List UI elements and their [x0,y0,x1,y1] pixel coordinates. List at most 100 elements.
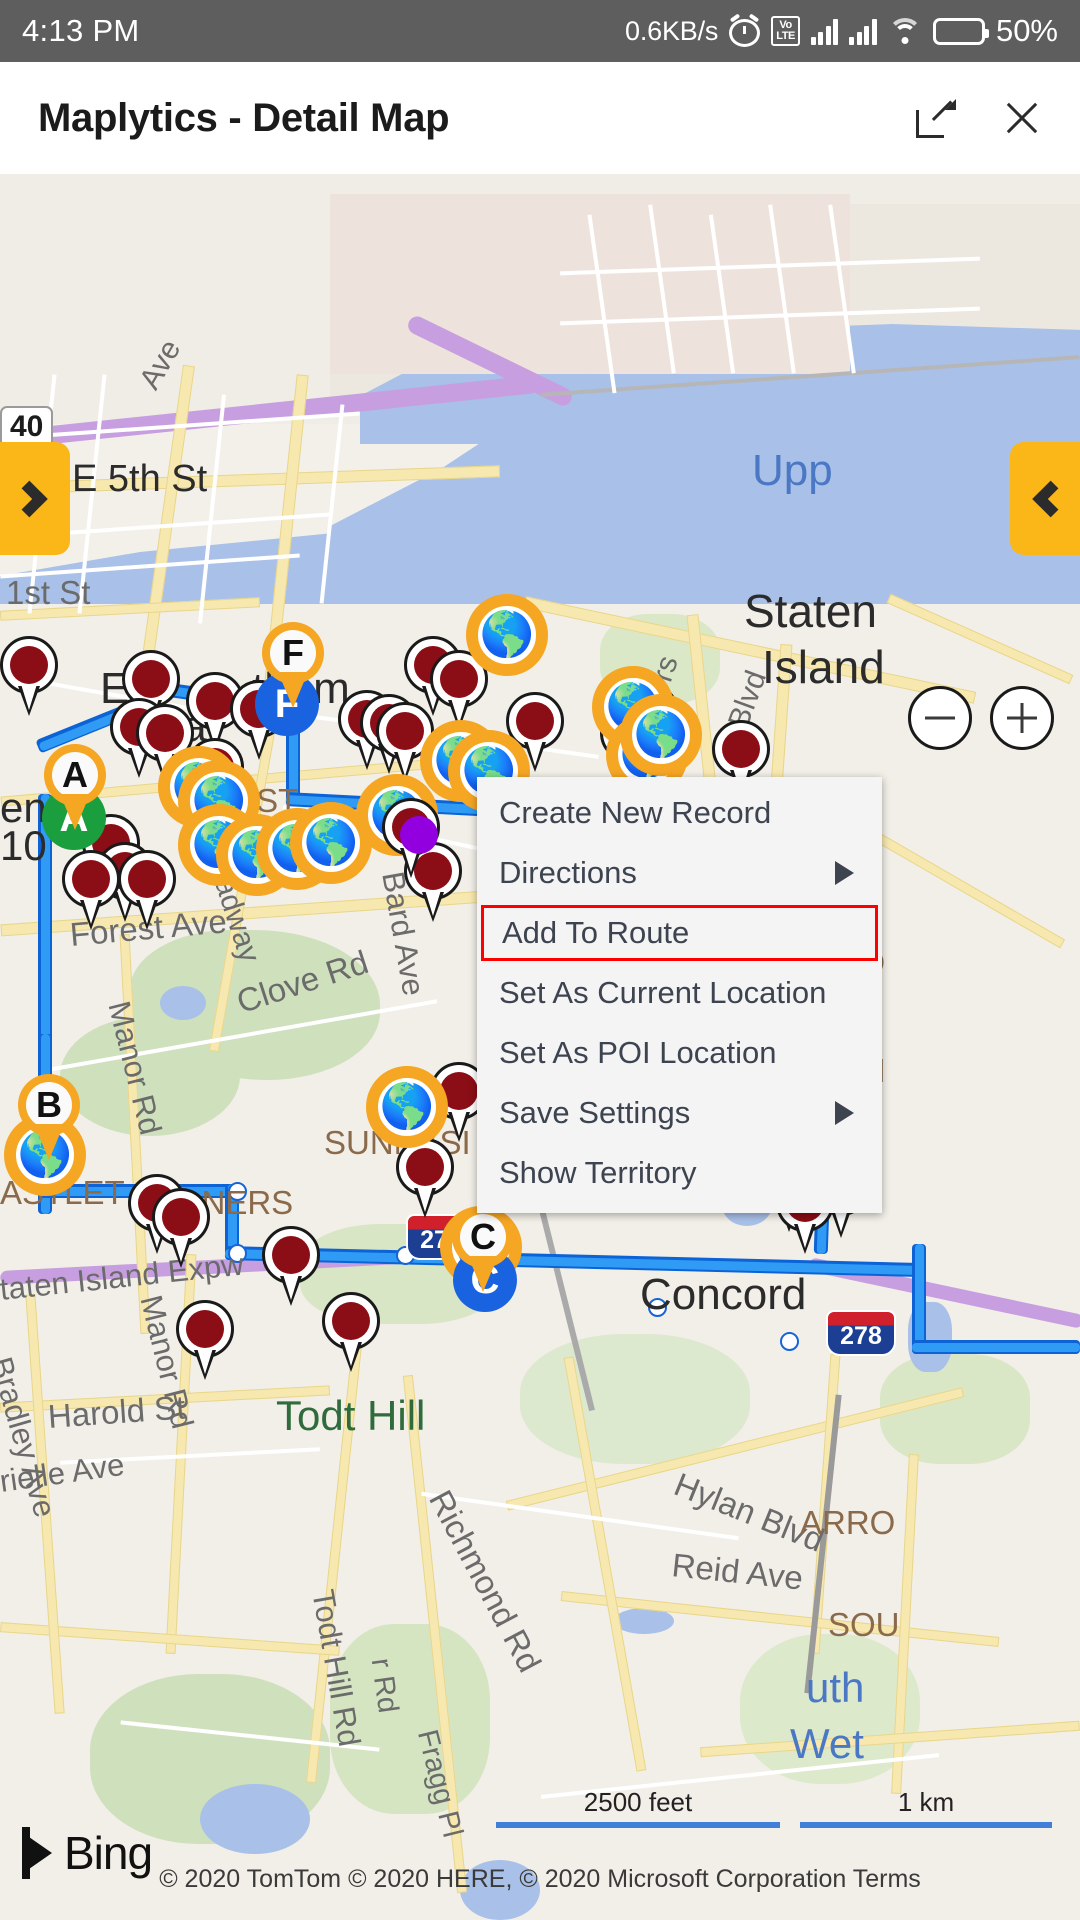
route-stop-tail [468,1256,498,1292]
map-pin[interactable] [322,1292,380,1372]
zoom-in-button[interactable] [990,686,1054,750]
route-stop-tail [34,1124,64,1160]
map-label: uth [806,1664,865,1711]
chevron-left-icon [1032,480,1070,517]
map-pin[interactable] [0,636,58,716]
globe-glyph: 🌎 [633,710,689,759]
popout-icon[interactable] [916,98,956,138]
globe-cluster-icon[interactable]: 🌎 [620,694,702,776]
route-stop-tail [278,672,308,708]
page-title: Maplytics - Detail Map [38,95,450,140]
attribution-text: © 2020 TomTom © 2020 HERE, © 2020 Micros… [159,1865,847,1893]
map-pin[interactable] [262,1226,320,1306]
pin-tail [248,728,270,760]
pin-tail [170,1236,192,1268]
route-stop-label: B [26,1082,72,1128]
title-actions [916,98,1042,138]
route-node [780,1332,799,1351]
globe-glyph: 🌎 [303,818,359,867]
battery-percent: 50% [995,13,1058,48]
zoom-out-button[interactable] [908,686,972,750]
route-stop-pin-c[interactable]: C [452,1206,514,1292]
context-menu[interactable]: Create New Record Directions Add To Route S… [477,777,882,1213]
map-pin[interactable] [152,1188,210,1268]
zoom-controls[interactable] [908,686,1054,750]
route-stop-tail [60,794,90,830]
terms-link[interactable]: Terms [853,1865,921,1893]
pin-tail [18,684,40,716]
signal-icon-2 [849,17,877,45]
alarm-icon [729,12,761,47]
status-time: 4:13 PM [22,13,140,48]
map-pin[interactable] [118,850,176,930]
scale-feet-label: 2500 feet [583,1787,693,1817]
context-menu-item-label: Show Territory [499,1155,697,1190]
map-label: Island [762,641,885,693]
wifi-icon [887,18,922,44]
submenu-arrow-icon [835,1101,854,1125]
context-menu-item-label: Directions [499,855,637,890]
globe-cluster-icon[interactable]: 🌎 [290,802,372,884]
route-stop-pin-b[interactable]: B [18,1074,80,1160]
globe-glyph: 🌎 [379,1082,435,1131]
signal-icon-1 [810,17,839,45]
map-pin[interactable] [176,1300,234,1380]
scale-km-label: 1 km [897,1787,955,1817]
globe-cluster-icon[interactable]: 🌎 [366,1066,448,1148]
map-label: Todt Hill [276,1392,426,1439]
route-stop-label: F [270,630,316,676]
scale-bar-km: 1 km [800,1787,1052,1828]
context-menu-item-set-as-poi-location[interactable]: Set As POI Location [477,1023,882,1083]
map-label: Upp [752,446,833,495]
chevron-right-icon [10,480,48,517]
map-label: 10 [0,822,47,869]
route-stop-pin-f[interactable]: F [262,622,324,708]
context-menu-item-set-as-current-location[interactable]: Set As Current Location [477,963,882,1023]
context-menu-item-label: Add To Route [502,915,690,950]
context-menu-item-label: Set As POI Location [499,1035,777,1070]
context-menu-item-directions[interactable]: Directions [477,843,882,903]
detail-map[interactable]: E 5th St1st StAveUppStatenIslandJersBlvd… [0,174,1080,1920]
interstate-shield-icon: 278 [826,1310,896,1356]
pin-tail [794,1222,816,1254]
route-stop-pin-a[interactable]: A [44,744,106,830]
pin-tail [194,1348,216,1380]
pin-tail [280,1274,302,1306]
volte-bottom: LTE [776,30,795,42]
selected-pin-dot [400,816,438,854]
pin-tail [80,898,102,930]
next-record-button[interactable] [1010,442,1080,555]
route-stop-label: C [460,1214,506,1260]
context-menu-item-label: Create New Record [499,795,772,830]
globe-glyph: 🌎 [479,610,535,659]
pin-tail [414,1186,436,1218]
title-bar: Maplytics - Detail Map [0,62,1080,174]
map-label: Staten [744,585,877,637]
status-bar: 4:13 PM 0.6KB/s Vo LTE 50% [0,0,1080,62]
volte-icon: Vo LTE [771,16,800,46]
map-label: ARRO [800,1504,896,1541]
context-menu-item-create-new-record[interactable]: Create New Record [477,783,882,843]
map-label: Concord [640,1270,807,1319]
prev-record-button[interactable] [0,442,70,555]
submenu-arrow-icon [835,861,854,885]
map-label: 1st St [6,574,91,611]
scale-km-line [800,1822,1052,1828]
network-speed: 0.6KB/s [625,15,719,46]
context-menu-item-show-territory[interactable]: Show Territory [477,1143,882,1203]
scale-feet-line [496,1822,780,1828]
map-label: E 5th St [72,458,208,500]
scale-bar-feet: 2500 feet [496,1787,780,1828]
globe-cluster-icon[interactable]: 🌎 [466,594,548,676]
map-pin[interactable] [396,1138,454,1218]
context-menu-item-save-settings[interactable]: Save Settings [477,1083,882,1143]
close-icon[interactable] [1002,98,1042,138]
context-menu-item-add-to-route[interactable]: Add To Route [481,905,878,961]
status-indicators: 0.6KB/s Vo LTE 50% [625,12,1058,49]
map-label: SOU [828,1606,900,1643]
route-stop-label: A [52,752,98,798]
map-pin[interactable] [62,850,120,930]
pin-tail [136,898,158,930]
map-label: Wet [790,1720,864,1767]
pin-tail [340,1340,362,1372]
